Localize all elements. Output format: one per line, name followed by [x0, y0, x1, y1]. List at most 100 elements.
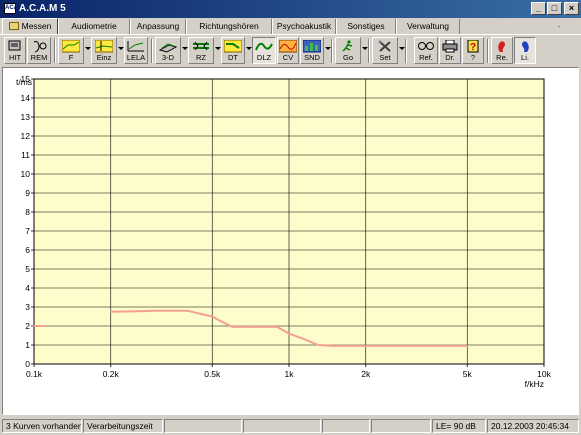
toolbar-separator: [487, 39, 489, 63]
x-tick-label: 5k: [463, 369, 473, 379]
title-bar[interactable]: ACAM A.C.A.M 5 _ □ ×: [0, 0, 581, 18]
single-curve-icon: [95, 40, 113, 53]
y-tick-label: 8: [25, 207, 30, 217]
set-button[interactable]: Set: [372, 37, 398, 64]
dt-icon: [224, 40, 242, 53]
tab-anpassung[interactable]: Anpassung: [130, 19, 186, 34]
close-button[interactable]: ×: [564, 2, 579, 15]
tab-verwaltung[interactable]: Verwaltung: [396, 19, 460, 34]
status-processing-time: Verarbeitungszeit: [83, 419, 163, 433]
3d-plot-icon: [159, 43, 177, 53]
y-tick-label: 12: [21, 131, 31, 141]
y-tick-label: 10: [21, 169, 31, 179]
toolbar-separator: [331, 39, 333, 63]
einz-button[interactable]: Einz: [91, 37, 117, 64]
maximize-button[interactable]: □: [547, 2, 562, 15]
printer-icon: [442, 40, 458, 53]
snd-button[interactable]: SND: [300, 37, 324, 64]
help-button[interactable]: ? ?: [462, 37, 484, 64]
tab-sonstiges[interactable]: Sonstiges: [336, 19, 396, 34]
cv-button[interactable]: CV: [277, 37, 299, 64]
frequency-response-icon: [62, 40, 80, 53]
curve-point: [288, 332, 290, 335]
dt-label: DT: [228, 53, 238, 62]
y-tick-label: 5: [25, 264, 30, 274]
toolbar-separator: [151, 39, 153, 63]
curve-point: [333, 345, 335, 347]
x-tick-label: 2k: [361, 369, 371, 379]
status-bar: 3 Kurven vorhanden Verarbeitungszeit LE=…: [0, 417, 581, 435]
lela-icon: [127, 41, 144, 52]
status-panel-empty: [371, 419, 431, 433]
y-tick-label: 3: [25, 302, 30, 312]
ref-label: Ref.: [419, 53, 433, 62]
right-ear-button[interactable]: Re.: [491, 37, 513, 64]
toolbar-separator: [54, 39, 56, 63]
rz-icon: [193, 41, 209, 51]
app-icon[interactable]: ACAM: [4, 3, 23, 14]
lela-label: LELA: [126, 53, 146, 62]
hit-label: HIT: [8, 53, 22, 62]
curve-point: [317, 344, 319, 346]
3d-button[interactable]: 3-D: [155, 37, 181, 64]
y-tick-label: 11: [21, 150, 30, 160]
tab-audiometrie[interactable]: Audiometrie: [58, 19, 130, 34]
curve-point: [43, 325, 46, 327]
y-tick-label: 2: [25, 321, 30, 331]
dr-button[interactable]: Dr.: [439, 37, 461, 64]
re-label: Re.: [496, 53, 508, 62]
toolbar-separator: [368, 39, 370, 63]
tab-psychoakustik[interactable]: Psychoakustik: [272, 19, 336, 34]
chart-panel: 0 1 2 3 4 5 6 7 8 9 10 11 12 13 14 15 0.1k 0.2k 0.5k 1k 2k 5k…: [2, 67, 579, 415]
toolbar: HIT REM F Einz LELA 3-D RZ DT DLZ CV SND…: [0, 36, 581, 66]
snd-label: SND: [304, 53, 320, 62]
rem-label: REM: [30, 53, 48, 62]
curve-point: [186, 310, 189, 312]
set-label: Set: [379, 53, 391, 62]
x-tick-label: 0.5k: [204, 369, 221, 379]
curve-point: [248, 326, 251, 328]
cv-label: CV: [282, 53, 294, 62]
tab-messen[interactable]: Messen: [2, 18, 58, 35]
curve-point: [364, 345, 367, 347]
lela-button[interactable]: LELA: [124, 37, 148, 64]
minimize-button[interactable]: _: [531, 2, 546, 15]
ref-button[interactable]: Ref.: [414, 37, 438, 64]
dlz-icon: [255, 42, 273, 51]
status-panel-empty: [243, 419, 321, 433]
hit-button[interactable]: HIT: [4, 37, 26, 64]
f-button[interactable]: F: [58, 37, 84, 64]
delay-chart[interactable]: 01234567891011121314150.1k 0.2k 0.5k 1k 2k 5k…: [3, 68, 578, 414]
f-label: F: [68, 53, 74, 62]
curve-point: [276, 326, 279, 328]
main-tabs: Messen Audiometrie Anpassung Richtungshö…: [0, 18, 581, 35]
y-tick-label: 6: [25, 245, 30, 255]
dlz-button[interactable]: DLZ: [252, 37, 276, 64]
li-label: Li.: [521, 53, 529, 62]
rem-icon: [33, 41, 47, 53]
tab-richtungshoeren[interactable]: Richtungshören: [186, 19, 272, 34]
curve-point: [221, 321, 224, 323]
svg-text:?: ?: [470, 42, 476, 53]
go-runner-icon: [342, 40, 353, 52]
3d-label: 3-D: [161, 53, 175, 62]
dlz-label: DLZ: [256, 53, 272, 62]
cv-icon: [279, 40, 297, 53]
go-button[interactable]: Go: [335, 37, 361, 64]
x-tick-label: 0.2k: [103, 369, 120, 379]
status-level: LE= 90 dB: [432, 419, 486, 433]
window-title: A.C.A.M 5: [19, 3, 66, 14]
tab-more[interactable]: ·: [552, 19, 566, 34]
right-ear-icon: [498, 41, 505, 52]
einz-label: Einz: [96, 53, 112, 62]
rz-button[interactable]: RZ: [188, 37, 214, 64]
glasses-icon: [418, 42, 434, 50]
tab-label: Messen: [21, 21, 52, 31]
status-curve-count: 3 Kurven vorhanden: [2, 419, 82, 433]
y-tick-label: 13: [21, 112, 31, 122]
dt-button[interactable]: DT: [221, 37, 245, 64]
curve-point: [109, 310, 112, 313]
rem-button[interactable]: REM: [27, 37, 51, 64]
x-tick-label: 0.1k: [26, 369, 43, 379]
left-ear-button[interactable]: Li.: [514, 37, 536, 64]
